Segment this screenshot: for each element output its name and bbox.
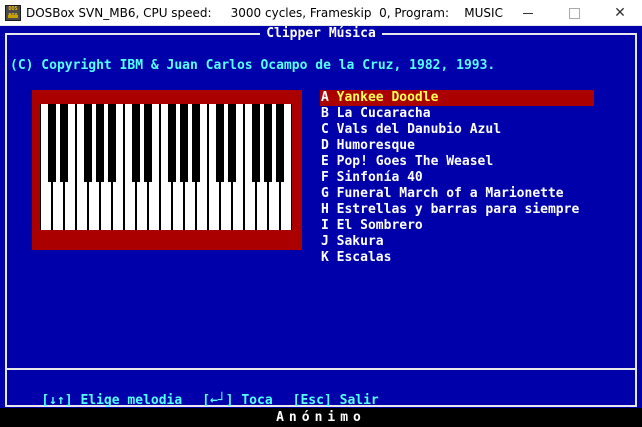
screen-title-wrapper: Clipper Música — [0, 26, 642, 42]
menu-item[interactable]: B La Cucaracha — [320, 106, 594, 122]
frame-right-line — [635, 33, 637, 407]
menu-item-letter: I — [321, 218, 329, 233]
menu-item-title: La Cucaracha — [336, 106, 431, 121]
menu-item[interactable]: A Yankee Doodle — [320, 90, 594, 106]
menu-item-title: Humoresque — [336, 138, 415, 153]
status-bar: Anónimo — [0, 408, 642, 427]
help-choose: [↓↑] Elige melodia — [41, 393, 183, 408]
menu-item[interactable]: I El Sombrero — [320, 218, 594, 234]
piano-black-key — [108, 104, 116, 182]
piano-black-key — [228, 104, 236, 182]
menu-item-letter: D — [321, 138, 329, 153]
menu-item-letter: A — [321, 90, 329, 105]
close-button[interactable]: ✕ — [597, 0, 642, 26]
minimize-icon — [523, 12, 533, 14]
piano-keyboard — [40, 104, 292, 230]
menu-item-title: Sakura — [336, 234, 384, 249]
screen-title: Clipper Música — [260, 26, 382, 41]
menu-item[interactable]: F Sinfonía 40 — [320, 170, 594, 186]
dosbox-icon[interactable]: DOS BOX — [5, 5, 21, 21]
piano-illustration — [32, 90, 302, 250]
menu-item-letter: B — [321, 106, 329, 121]
piano-black-key — [216, 104, 224, 182]
piano-black-key — [276, 104, 284, 182]
piano-black-key — [96, 104, 104, 182]
window-title: DOSBox SVN_MB6, CPU speed: 3000 cycles, … — [26, 6, 503, 20]
menu-item-title: Yankee Doodle — [336, 90, 439, 105]
menu-item-letter: G — [321, 186, 329, 201]
menu-item-letter: E — [321, 154, 329, 169]
help-play: [←┘] Toca — [202, 393, 273, 408]
menu-item-letter: C — [321, 122, 329, 137]
piano-black-key — [192, 104, 200, 182]
menu-item-title: El Sombrero — [336, 218, 423, 233]
menu-item-letter: H — [321, 202, 329, 217]
menu-item-title: Vals del Danubio Azul — [336, 122, 502, 137]
menu-item-letter: F — [321, 170, 329, 185]
maximize-icon — [568, 7, 580, 19]
piano-black-key — [132, 104, 140, 182]
menu-item[interactable]: H Estrellas y barras para siempre — [320, 202, 594, 218]
piano-black-key — [60, 104, 68, 182]
dos-screen: Clipper Música (C) Copyright IBM & Juan … — [0, 26, 642, 427]
menu-item[interactable]: G Funeral March of a Marionette — [320, 186, 594, 202]
menu-item[interactable]: E Pop! Goes The Weasel — [320, 154, 594, 170]
piano-black-key — [264, 104, 272, 182]
maximize-button[interactable] — [551, 0, 597, 26]
menu-item-letter: K — [321, 250, 329, 265]
window-title-bar[interactable]: DOS BOX DOSBox SVN_MB6, CPU speed: 3000 … — [0, 0, 642, 26]
close-icon: ✕ — [614, 5, 626, 21]
menu-item-title: Pop! Goes The Weasel — [336, 154, 494, 169]
menu-item-title: Sinfonía 40 — [336, 170, 423, 185]
menu-item-letter: J — [321, 234, 329, 249]
minimize-button[interactable] — [505, 0, 551, 26]
frame-divider-line — [5, 368, 637, 370]
menu-item-title: Funeral March of a Marionette — [336, 186, 564, 201]
menu-item[interactable]: C Vals del Danubio Azul — [320, 122, 594, 138]
menu-item[interactable]: K Escalas — [320, 250, 594, 266]
piano-black-key — [84, 104, 92, 182]
menu-item[interactable]: D Humoresque — [320, 138, 594, 154]
menu-item-title: Escalas — [336, 250, 392, 265]
piano-black-key — [144, 104, 152, 182]
menu-item-title: Estrellas y barras para siempre — [336, 202, 580, 217]
status-text: Anónimo — [276, 410, 366, 425]
piano-black-key — [180, 104, 188, 182]
frame-left-line — [5, 33, 7, 407]
piano-black-key — [48, 104, 56, 182]
song-menu[interactable]: A Yankee Doodle B La Cucaracha C Vals del … — [320, 90, 594, 266]
piano-black-key — [168, 104, 176, 182]
copyright-notice: (C) Copyright IBM & Juan Carlos Ocampo d… — [10, 58, 496, 73]
menu-item[interactable]: J Sakura — [320, 234, 594, 250]
help-exit: [Esc] Salir — [292, 393, 379, 408]
piano-black-key — [252, 104, 260, 182]
